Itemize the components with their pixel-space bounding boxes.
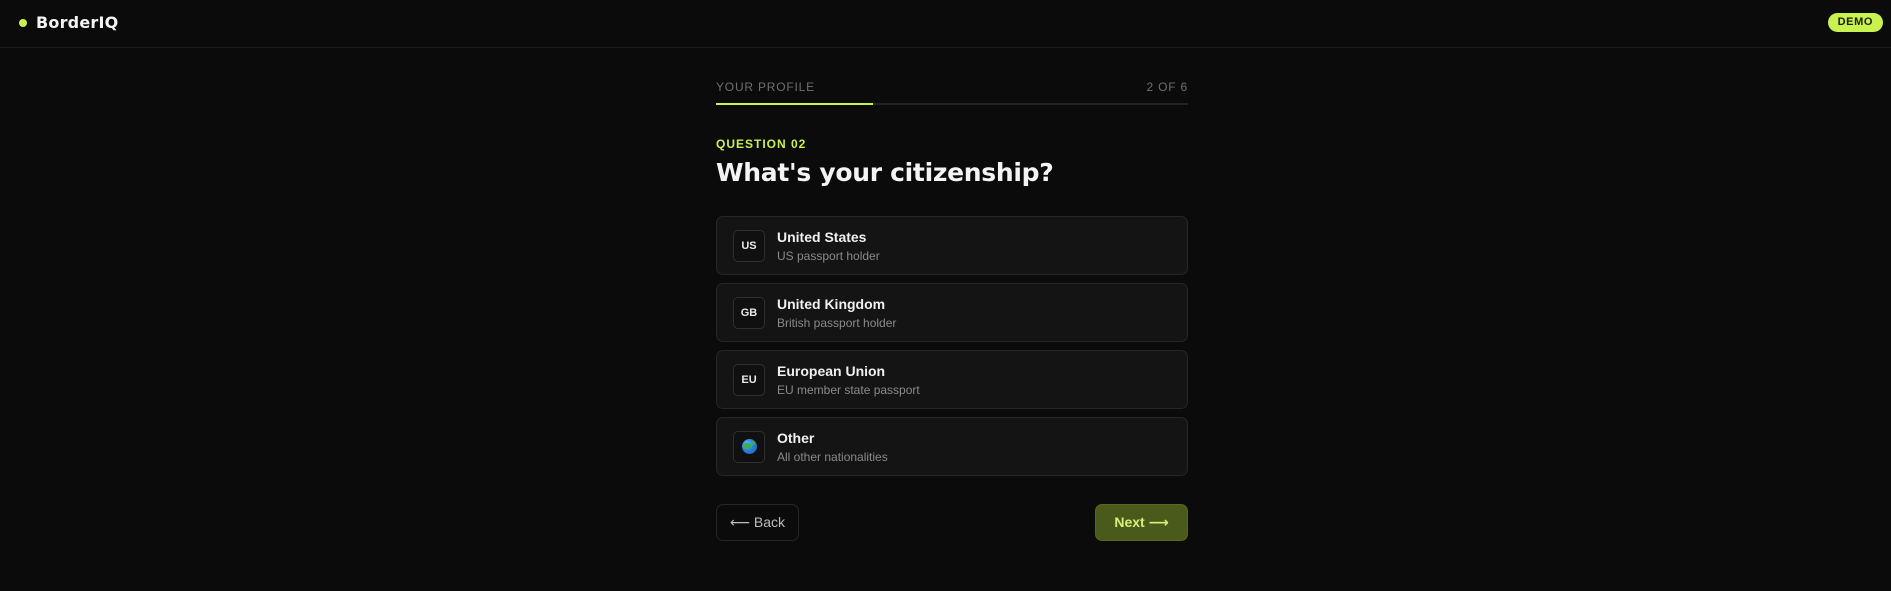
back-button[interactable]: ⟵ Back [716, 504, 799, 541]
country-code-badge: EU [733, 363, 765, 396]
option-title: United Kingdom [777, 295, 886, 312]
progress-section-label: YOUR PROFILE [716, 80, 815, 94]
option-subtitle: US passport holder [777, 248, 880, 263]
demo-badge: DEMO [1827, 13, 1883, 32]
next-button[interactable]: Next ⟶ [1095, 504, 1188, 541]
option-title: Other [777, 429, 815, 446]
option-title: United States [777, 228, 867, 245]
option-united-kingdom[interactable]: GB United Kingdom British passport holde… [716, 283, 1188, 342]
brand-logo[interactable]: BorderIQ [19, 13, 118, 32]
option-text: United States US passport holder [777, 229, 880, 263]
option-united-states[interactable]: US United States US passport holder [716, 216, 1188, 275]
option-european-union[interactable]: EU European Union EU member state passpo… [716, 350, 1188, 409]
country-code-badge: GB [733, 296, 765, 329]
question-title: What's your citizenship? [716, 158, 1054, 187]
option-subtitle: British passport holder [777, 315, 897, 330]
option-title: European Union [777, 362, 886, 379]
globe-icon [741, 439, 757, 454]
option-other[interactable]: Other All other nationalities [716, 417, 1188, 476]
option-text: Other All other nationalities [777, 430, 888, 464]
option-list: US United States US passport holder GB U… [716, 216, 1188, 484]
top-bar: BorderIQ DEMO [0, 0, 1891, 48]
option-subtitle: All other nationalities [777, 449, 888, 464]
progress-bar [716, 103, 1188, 105]
option-text: United Kingdom British passport holder [777, 296, 896, 330]
country-code-badge: US [733, 229, 765, 262]
brand-name: BorderIQ [36, 13, 119, 32]
question-number: QUESTION 02 [716, 137, 807, 151]
globe-badge [733, 430, 765, 463]
progress-step-count: 2 OF 6 [1146, 80, 1188, 94]
logo-dot-icon [19, 18, 27, 27]
option-subtitle: EU member state passport [777, 382, 920, 397]
progress-bar-fill [716, 103, 874, 105]
progress-header: YOUR PROFILE 2 OF 6 [716, 80, 1188, 94]
option-text: European Union EU member state passport [777, 363, 920, 397]
